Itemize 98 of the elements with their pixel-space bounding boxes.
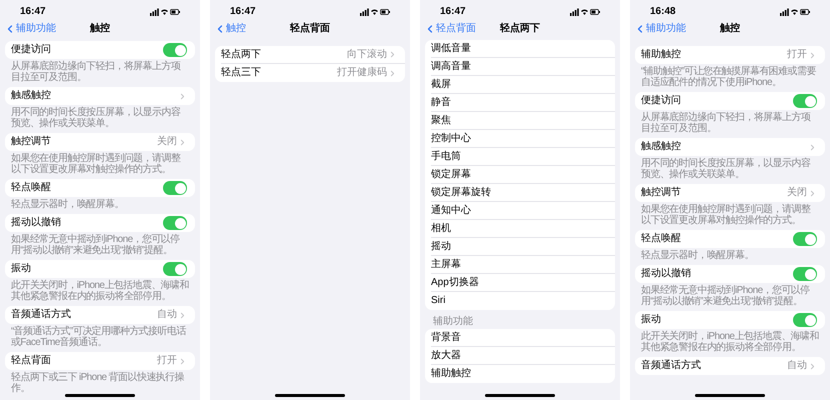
row-title[interactable]: 摇动以撤销 <box>641 268 691 280</box>
toggle-switch[interactable] <box>163 262 187 276</box>
status-icons <box>780 8 810 16</box>
row-title[interactable]: 锁定屏幕旋转 <box>431 186 491 198</box>
row-value: 打开健康码 <box>337 67 387 79</box>
screen-title: 触控 <box>720 23 740 35</box>
screen-title: 触控 <box>90 23 110 35</box>
row-value: 打开 <box>157 355 177 367</box>
footer-note: 如果您在使用触控屏时遇到问题，请调整以下设置更改屏幕对触控操作的方式。 <box>10 152 182 175</box>
row-title[interactable]: 调低音量 <box>431 42 471 54</box>
toggle-switch[interactable] <box>163 181 187 195</box>
home-indicator <box>65 394 135 397</box>
chevron-icon <box>178 138 187 146</box>
toggle-switch[interactable] <box>793 232 817 246</box>
row-title[interactable]: Siri <box>431 295 446 307</box>
row-title[interactable]: 相机 <box>431 222 451 234</box>
toggle-switch[interactable] <box>163 216 187 230</box>
toggle-switch[interactable] <box>793 267 817 281</box>
home-indicator <box>485 394 555 397</box>
footer-note: 如果经常无意中摇动到iPhone，您可以停用“摇动以撤销”来避免出现“撤销”提醒。 <box>10 232 181 256</box>
row-title[interactable]: 触控调节 <box>11 136 51 148</box>
back-button[interactable]: 辅助功能 <box>634 23 686 35</box>
row-title[interactable]: 调高音量 <box>431 60 471 72</box>
row-title[interactable]: 主屏幕 <box>431 258 461 270</box>
chevron-icon <box>808 362 817 370</box>
row-title[interactable]: 触感触控 <box>11 90 51 102</box>
chevron-icon <box>808 50 817 60</box>
toggle-switch[interactable] <box>793 94 817 108</box>
row-title[interactable]: 音频通话方式 <box>11 309 71 321</box>
status-icons <box>570 8 600 16</box>
status-time: 16:47 <box>440 6 466 18</box>
row-value: 关闭 <box>157 136 177 148</box>
row-title[interactable]: 辅助触控 <box>431 368 471 380</box>
row-title[interactable]: 锁定屏幕 <box>431 168 471 180</box>
row-title[interactable]: 摇动以撤销 <box>11 217 61 229</box>
status-time: 16:47 <box>230 6 256 18</box>
row-title[interactable]: 背景音 <box>431 332 461 344</box>
row-title[interactable]: 触控调节 <box>641 187 681 199</box>
row-title[interactable]: 音频通话方式 <box>641 360 701 372</box>
back-button[interactable]: 触控 <box>214 23 246 35</box>
row-title[interactable]: 截屏 <box>431 78 451 90</box>
row-title[interactable]: 便捷访问 <box>11 44 51 56</box>
row-title[interactable]: 便捷访问 <box>641 95 681 107</box>
row-title[interactable]: 振动 <box>11 263 31 275</box>
toggle-switch[interactable] <box>163 43 187 57</box>
back-button[interactable]: 轻点背面 <box>424 23 476 35</box>
row-title[interactable]: 轻点唤醒 <box>641 233 681 245</box>
row-title[interactable]: 静音 <box>431 96 451 108</box>
footer-note: “辅助触控”可让您在触摸屏幕有困难或需要自适应配件的情况下使用iPhone。 <box>640 64 817 88</box>
row-title[interactable]: 轻点背面 <box>11 355 51 367</box>
row-title[interactable]: App切换器 <box>431 276 479 288</box>
footer-note: “音频通话方式”可决定用哪种方式接听电话或FaceTime音频通话。 <box>10 324 188 348</box>
row-value: 关闭 <box>787 187 807 199</box>
footer-note: 如果您在使用触控屏时遇到问题，请调整以下设置更改屏幕对触控操作的方式。 <box>640 202 812 226</box>
footer-note: 此开关关闭时，iPhone上包括地震、海啸和其他紧急警报在内的振动将全部停用。 <box>10 278 190 302</box>
footer-note: 从屏幕底部边缘向下轻扫，将屏幕上方项目拉至可及范围。 <box>10 60 182 83</box>
row-title[interactable]: 辅助触控 <box>641 49 681 61</box>
row-title[interactable]: 轻点两下 <box>221 48 261 60</box>
row-value: 自动 <box>787 360 807 372</box>
footer-note: 从屏幕底部边缘向下轻扫，将屏幕上方项目拉至可及范围。 <box>640 110 812 134</box>
chevron-icon <box>178 92 187 100</box>
footer-note: 轻点显示器时，唤醒屏幕。 <box>10 198 125 210</box>
row-value: 打开 <box>787 49 807 61</box>
row-value: 向下滚动 <box>347 48 387 60</box>
home-indicator <box>275 394 345 397</box>
screen-title: 轻点背面 <box>290 23 330 35</box>
home-indicator <box>695 394 765 397</box>
row-title[interactable]: 轻点唤醒 <box>11 182 51 194</box>
footer-note: 用不同的时间长度按压屏幕，以显示内容预览、操作或关联菜单。 <box>10 106 182 129</box>
chevron-icon <box>808 188 817 198</box>
status-time: 16:48 <box>650 6 676 18</box>
footer-note: 轻点两下或三下 iPhone 背面以快速执行操作。 <box>10 370 185 394</box>
section-header: 辅助功能 <box>432 314 474 329</box>
toggle-switch[interactable] <box>793 313 817 327</box>
footer-note: 用不同的时间长度按压屏幕，以显示内容预览、操作或关联菜单。 <box>640 156 812 180</box>
chevron-icon <box>808 142 817 152</box>
footer-note: 如果经常无意中摇动到iPhone，您可以停用“摇动以撤销”来避免出现“撤销”提醒。 <box>640 284 811 307</box>
chevron-icon <box>178 356 187 366</box>
chevron-icon <box>388 50 397 59</box>
row-title[interactable]: 轻点三下 <box>221 67 261 79</box>
footer-note: 此开关关闭时，iPhone上包括地震、海啸和其他紧急警报在内的振动将全部停用。 <box>640 330 820 353</box>
status-time: 16:47 <box>20 6 46 18</box>
row-title[interactable]: 摇动 <box>431 240 451 252</box>
status-icons <box>150 8 180 16</box>
row-title[interactable]: 振动 <box>641 314 661 326</box>
row-title[interactable]: 通知中心 <box>431 204 471 216</box>
row-title[interactable]: 手电筒 <box>431 150 461 162</box>
back-button[interactable]: 辅助功能 <box>4 23 56 35</box>
row-title[interactable]: 放大器 <box>431 350 461 362</box>
screen-title: 轻点两下 <box>500 23 540 35</box>
row-title[interactable]: 聚焦 <box>431 114 451 126</box>
status-icons <box>360 8 390 16</box>
footer-note: 轻点显示器时，唤醒屏幕。 <box>640 248 755 261</box>
row-title[interactable]: 触感触控 <box>641 141 681 153</box>
chevron-icon <box>388 68 397 78</box>
chevron-icon <box>178 310 187 320</box>
row-title[interactable]: 控制中心 <box>431 132 471 144</box>
row-value: 自动 <box>157 309 177 321</box>
